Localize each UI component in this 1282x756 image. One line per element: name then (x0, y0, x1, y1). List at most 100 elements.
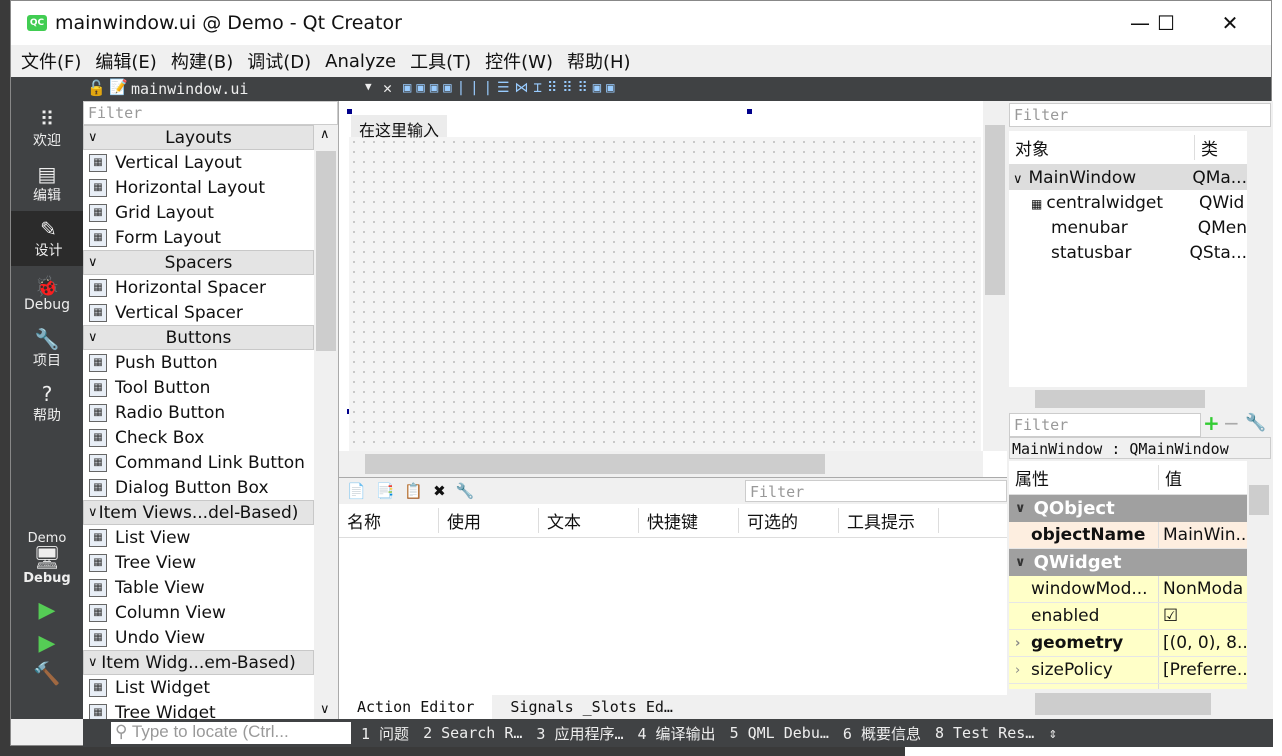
chevron-right-icon[interactable]: › (1015, 636, 1020, 651)
chevron-down-icon[interactable]: ∨ (88, 505, 98, 520)
widget-box-scrollbar[interactable]: ∧ ∨ (314, 125, 338, 719)
locator-input[interactable]: ⚲ Type to locate (Ctrl... (111, 722, 351, 744)
mode-help[interactable]: ? 帮助 (11, 376, 83, 431)
widget-category[interactable]: ∨ Layouts (83, 125, 314, 150)
delete-action-icon[interactable]: ✖ (433, 482, 446, 500)
property-value[interactable]: NonModa (1159, 576, 1247, 602)
output-pane-button[interactable]: 8 Test Res… (935, 724, 1034, 742)
tab-action-editor[interactable]: Action Editor (339, 695, 493, 719)
property-value[interactable]: MainWin... (1159, 522, 1247, 548)
configure-icon[interactable]: 🔧 (456, 482, 475, 500)
chevron-down-icon[interactable]: ∨ (88, 130, 98, 145)
tab-signals-slots-editor[interactable]: Signals _Slots Ed… (492, 695, 691, 719)
menu-item[interactable]: 工具(T) (410, 48, 471, 74)
property-row[interactable]: › sizePolicy [Preferre... (1009, 657, 1247, 684)
property-row[interactable]: windowMod... NonModa (1009, 576, 1247, 603)
property-row[interactable]: › geometry [(0, 0), 8... (1009, 630, 1247, 657)
widget-category[interactable]: ∨ Item Views...del-Based) (83, 500, 314, 525)
paste-action-icon[interactable]: 📋 (404, 482, 423, 500)
object-hscrollbar[interactable] (1009, 387, 1247, 411)
new-action-icon[interactable]: 📄 (347, 482, 366, 500)
widget-category[interactable]: ∨ Spacers (83, 250, 314, 275)
object-row[interactable]: statusbar QSta... (1009, 240, 1247, 265)
property-vscrollbar[interactable] (1247, 461, 1271, 689)
action-column-header[interactable]: 使用 (439, 508, 539, 533)
action-column-header[interactable]: 文本 (539, 508, 639, 533)
widget-item[interactable]: ▦ List Widget (83, 675, 314, 700)
selection-handle[interactable] (747, 109, 752, 114)
mode-pencil[interactable]: ✎ 设计 (11, 211, 83, 266)
widget-item[interactable]: ▦ Form Layout (83, 225, 314, 250)
property-filter-input[interactable]: Filter (1009, 413, 1201, 437)
remove-property-icon[interactable]: − (1223, 411, 1240, 435)
close-document-icon[interactable]: ✕ (383, 79, 392, 97)
chevron-down-icon[interactable]: ∨ (1015, 555, 1026, 570)
menu-item[interactable]: 文件(F) (21, 48, 81, 74)
widget-item[interactable]: ▦ Check Box (83, 425, 314, 450)
canvas-hscrollbar[interactable] (339, 451, 983, 477)
property-value[interactable]: [(0, 0), 8... (1159, 630, 1247, 656)
toggle-arrows-icon[interactable]: ⇕ (1048, 724, 1057, 742)
widget-item[interactable]: ▦ Horizontal Layout (83, 175, 314, 200)
property-row[interactable]: enabled ☑ (1009, 603, 1247, 630)
action-column-header[interactable]: 快捷键 (639, 508, 739, 533)
chevron-down-icon[interactable]: ▼ (365, 80, 372, 93)
chevron-right-icon[interactable]: › (1015, 663, 1020, 678)
chevron-down-icon[interactable]: ∨ (88, 255, 98, 270)
selection-handle[interactable] (347, 109, 352, 114)
debug-run-icon[interactable]: ▶ (11, 631, 83, 656)
property-value[interactable]: ☑ (1159, 603, 1247, 629)
output-pane-button[interactable]: 1 问题 (361, 723, 409, 744)
property-group[interactable]: ∨ QObject (1009, 495, 1247, 522)
object-row[interactable]: menubar QMen (1009, 215, 1247, 240)
widget-item[interactable]: ▦ Tree View (83, 550, 314, 575)
output-pane-button[interactable]: 4 编译输出 (638, 723, 716, 744)
widget-category[interactable]: ∨ Buttons (83, 325, 314, 350)
output-pane-button[interactable]: 3 应用程序… (536, 723, 623, 744)
build-hammer-icon[interactable]: 🔨 (11, 662, 83, 687)
widget-item[interactable]: ▦ Vertical Layout (83, 150, 314, 175)
menu-item[interactable]: 构建(B) (171, 48, 233, 74)
chevron-down-icon[interactable]: ∨ (88, 330, 98, 345)
copy-action-icon[interactable]: 📑 (376, 482, 395, 500)
menu-item[interactable]: Analyze (325, 51, 396, 72)
widget-item[interactable]: ▦ Vertical Spacer (83, 300, 314, 325)
mode-document[interactable]: ▤ 编辑 (11, 156, 83, 211)
widget-item[interactable]: ▦ Dialog Button Box (83, 475, 314, 500)
add-property-icon[interactable]: + (1203, 411, 1220, 435)
action-column-header[interactable]: 工具提示 (839, 508, 939, 533)
scrollbar-thumb[interactable] (316, 151, 336, 351)
form-canvas[interactable]: 在这里输入 (339, 101, 1007, 477)
scroll-down-icon[interactable]: ∨ (320, 702, 330, 717)
action-column-header[interactable]: 名称 (339, 508, 439, 533)
scroll-up-icon[interactable]: ∧ (320, 127, 330, 142)
action-filter-input[interactable]: Filter (745, 480, 1007, 502)
widget-item[interactable]: ▦ Tool Button (83, 375, 314, 400)
property-group[interactable]: ∨ QWidget (1009, 549, 1247, 576)
monitor-icon[interactable]: 🖥 (11, 546, 83, 571)
widget-item[interactable]: ▦ Push Button (83, 350, 314, 375)
output-pane-button[interactable]: 6 概要信息 (843, 723, 921, 744)
output-pane-button[interactable]: 2 Search R… (423, 724, 522, 742)
close-button[interactable]: ✕ (1207, 1, 1253, 45)
central-widget-grid[interactable] (349, 137, 981, 451)
menu-item[interactable]: 编辑(E) (95, 48, 156, 74)
configure-icon[interactable]: 🔧 (1245, 413, 1266, 433)
object-row[interactable]: ∨ MainWindow QMa... (1009, 165, 1247, 190)
property-row[interactable]: objectName MainWin... (1009, 522, 1247, 549)
widget-category[interactable]: ∨ Item Widg...em-Based) (83, 650, 314, 675)
widget-item[interactable]: ▦ Column View (83, 600, 314, 625)
action-column-header[interactable]: 可选的 (739, 508, 839, 533)
chevron-down-icon[interactable]: ∨ (1013, 172, 1023, 187)
mode-bug[interactable]: 🐞 Debug (11, 266, 83, 321)
mode-grid[interactable]: ⠿ 欢迎 (11, 101, 83, 156)
menu-item[interactable]: 调试(D) (247, 48, 311, 74)
menu-item[interactable]: 控件(W) (485, 48, 553, 74)
widget-item[interactable]: ▦ Table View (83, 575, 314, 600)
chevron-down-icon[interactable]: ∨ (88, 655, 98, 670)
widget-item[interactable]: ▦ Radio Button (83, 400, 314, 425)
widget-item[interactable]: ▦ Undo View (83, 625, 314, 650)
mode-wrench[interactable]: 🔧 项目 (11, 321, 83, 376)
maximize-button[interactable]: ☐ (1143, 1, 1189, 45)
widget-item[interactable]: ▦ Command Link Button (83, 450, 314, 475)
